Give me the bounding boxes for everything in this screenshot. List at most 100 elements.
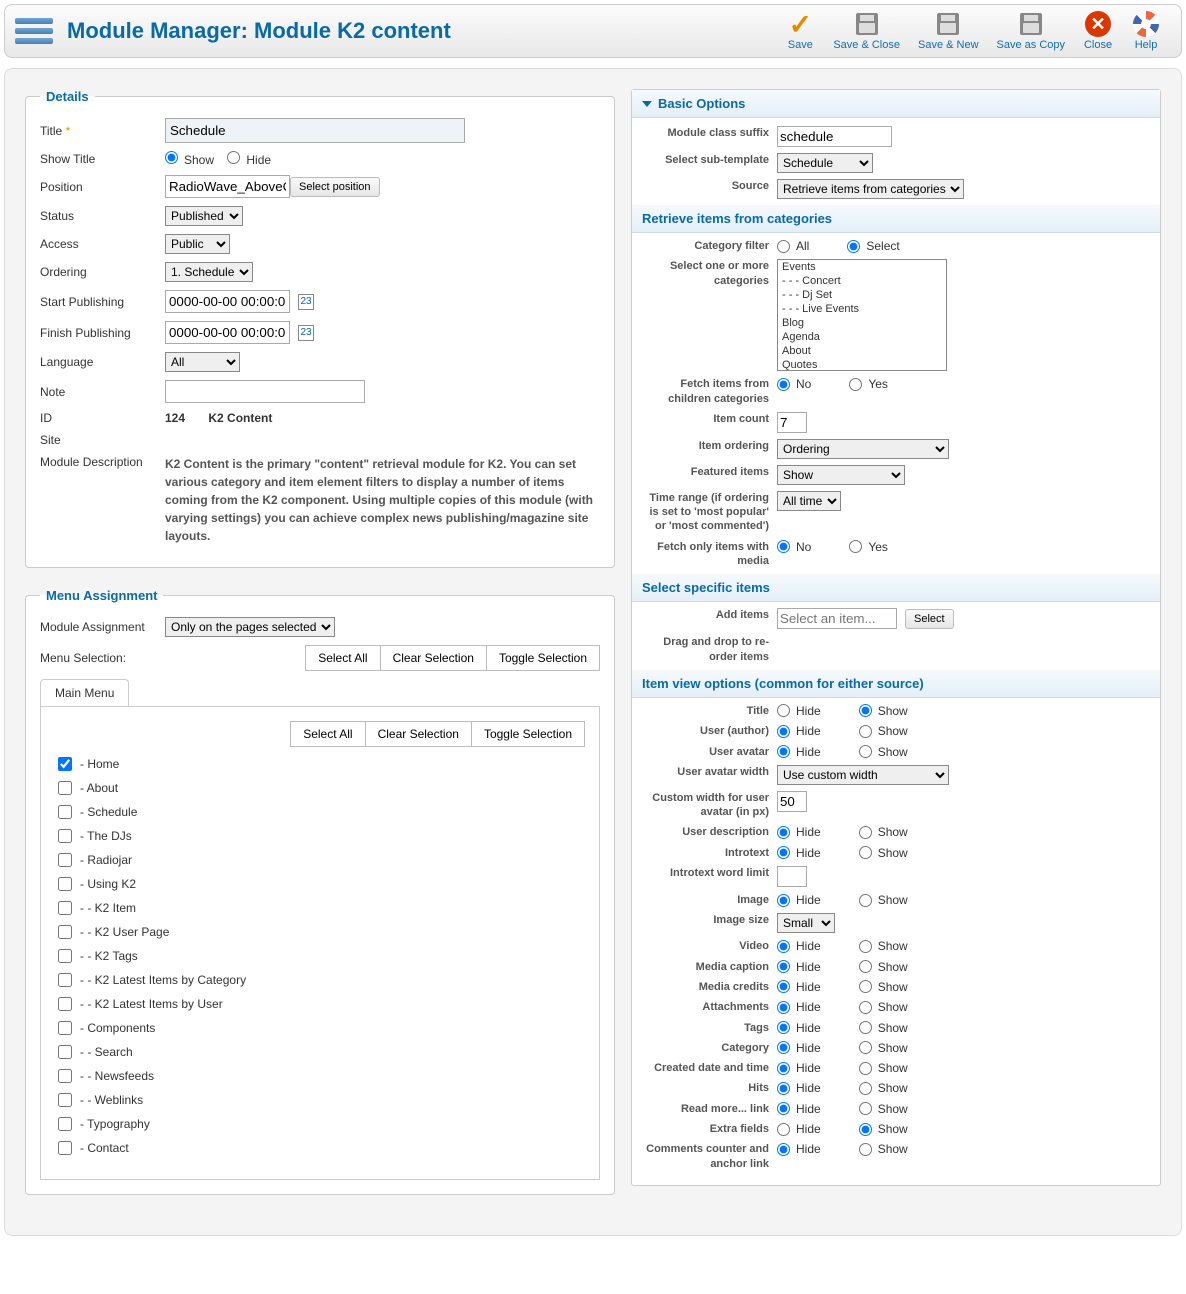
category-option[interactable]: - - - Live Events <box>778 302 946 316</box>
menu-checkbox[interactable] <box>58 925 72 939</box>
option-hide[interactable]: Hide <box>777 1102 821 1116</box>
option-show[interactable]: Show <box>859 1061 908 1075</box>
menu-checkbox[interactable] <box>58 757 72 771</box>
module-class-suffix-input[interactable] <box>777 126 892 147</box>
menu-checkbox[interactable] <box>58 973 72 987</box>
add-items-input[interactable] <box>777 608 897 629</box>
image-hide[interactable]: Hide <box>777 893 821 907</box>
avatar-width-select[interactable]: Use custom width <box>777 765 949 785</box>
item-count-input[interactable] <box>777 412 807 433</box>
option-show[interactable]: Show <box>859 1000 908 1014</box>
media-yes[interactable]: Yes <box>849 540 888 554</box>
cat-filter-select[interactable]: Select <box>847 239 899 253</box>
close-button[interactable]: ✕Close <box>1083 11 1113 51</box>
category-option[interactable]: Blog <box>778 316 946 330</box>
menu-checkbox[interactable] <box>58 877 72 891</box>
option-hide[interactable]: Hide <box>777 939 821 953</box>
help-button[interactable]: Help <box>1131 11 1161 51</box>
option-hide[interactable]: Hide <box>777 960 821 974</box>
menu-item[interactable]: - Components <box>58 1021 585 1035</box>
menu-item[interactable]: - - K2 Latest Items by User <box>58 997 585 1011</box>
option-show[interactable]: Show <box>859 939 908 953</box>
note-input[interactable] <box>165 380 365 403</box>
position-input[interactable] <box>165 175 290 198</box>
option-hide[interactable]: Hide <box>777 724 821 738</box>
ordering-select[interactable]: 1. Schedule <box>165 262 253 282</box>
menu-item[interactable]: - About <box>58 781 585 795</box>
menu-item[interactable]: - - K2 Tags <box>58 949 585 963</box>
menu-checkbox[interactable] <box>58 1045 72 1059</box>
save-new-button[interactable]: Save & New <box>918 11 979 51</box>
menu-item[interactable]: - Typography <box>58 1117 585 1131</box>
select-position-button[interactable]: Select position <box>290 177 380 197</box>
category-option[interactable]: About <box>778 344 946 358</box>
inner-toggle-selection-button[interactable]: Toggle Selection <box>471 721 585 747</box>
option-show[interactable]: Show <box>859 1122 908 1136</box>
menu-checkbox[interactable] <box>58 805 72 819</box>
tab-main-menu[interactable]: Main Menu <box>40 679 129 706</box>
option-hide[interactable]: Hide <box>777 1081 821 1095</box>
option-show[interactable]: Show <box>859 704 908 718</box>
option-hide[interactable]: Hide <box>777 980 821 994</box>
menu-item[interactable]: - - K2 Latest Items by Category <box>58 973 585 987</box>
title-input[interactable] <box>165 118 465 143</box>
option-hide[interactable]: Hide <box>777 825 821 839</box>
menu-item[interactable]: - - K2 User Page <box>58 925 585 939</box>
option-show[interactable]: Show <box>859 1081 908 1095</box>
calendar-icon[interactable]: 23 <box>298 325 314 341</box>
language-select[interactable]: All <box>165 352 240 372</box>
category-list[interactable]: Events- - - Concert- - - Dj Set- - - Liv… <box>777 259 947 371</box>
menu-checkbox[interactable] <box>58 1021 72 1035</box>
image-show[interactable]: Show <box>859 893 908 907</box>
status-select[interactable]: Published <box>165 206 243 226</box>
menu-item[interactable]: - Using K2 <box>58 877 585 891</box>
inner-clear-selection-button[interactable]: Clear Selection <box>365 721 472 747</box>
time-range-select[interactable]: All time <box>777 491 841 511</box>
menu-checkbox[interactable] <box>58 901 72 915</box>
save-button[interactable]: ✓Save <box>785 11 815 51</box>
basic-options-header[interactable]: Basic Options <box>632 90 1160 118</box>
show-title-hide[interactable]: Hide <box>227 151 271 167</box>
menu-checkbox[interactable] <box>58 997 72 1011</box>
children-yes[interactable]: Yes <box>849 377 888 391</box>
source-select[interactable]: Retrieve items from categories <box>777 179 964 199</box>
category-option[interactable]: - - - Dj Set <box>778 288 946 302</box>
module-assignment-select[interactable]: Only on the pages selected <box>165 617 335 637</box>
start-publishing-input[interactable] <box>165 290 290 313</box>
option-show[interactable]: Show <box>859 1102 908 1116</box>
cat-filter-all[interactable]: All <box>777 239 809 253</box>
inner-select-all-button[interactable]: Select All <box>290 721 365 747</box>
image-size-select[interactable]: Small <box>777 913 835 933</box>
calendar-icon[interactable]: 23 <box>298 294 314 310</box>
save-close-button[interactable]: Save & Close <box>833 11 900 51</box>
category-option[interactable]: Agenda <box>778 330 946 344</box>
option-hide[interactable]: Hide <box>777 1061 821 1075</box>
option-show[interactable]: Show <box>859 724 908 738</box>
menu-item[interactable]: - Home <box>58 757 585 771</box>
option-show[interactable]: Show <box>859 1041 908 1055</box>
menu-checkbox[interactable] <box>58 949 72 963</box>
menu-item[interactable]: - - Newsfeeds <box>58 1069 585 1083</box>
category-option[interactable]: Quotes <box>778 358 946 371</box>
menu-checkbox[interactable] <box>58 1069 72 1083</box>
menu-checkbox[interactable] <box>58 1117 72 1131</box>
option-show[interactable]: Show <box>859 846 908 860</box>
show-title-show[interactable]: Show <box>165 151 214 167</box>
option-show[interactable]: Show <box>859 960 908 974</box>
option-show[interactable]: Show <box>859 745 908 759</box>
menu-item[interactable]: - Contact <box>58 1141 585 1155</box>
featured-items-select[interactable]: Show <box>777 465 905 485</box>
item-ordering-select[interactable]: Ordering <box>777 439 949 459</box>
option-hide[interactable]: Hide <box>777 1000 821 1014</box>
access-select[interactable]: Public <box>165 234 230 254</box>
finish-publishing-input[interactable] <box>165 321 290 344</box>
save-copy-button[interactable]: Save as Copy <box>997 11 1065 51</box>
menu-item[interactable]: - The DJs <box>58 829 585 843</box>
category-option[interactable]: - - - Concert <box>778 274 946 288</box>
menu-checkbox[interactable] <box>58 781 72 795</box>
menu-checkbox[interactable] <box>58 853 72 867</box>
select-item-button[interactable]: Select <box>905 609 954 629</box>
option-hide[interactable]: Hide <box>777 1122 821 1136</box>
media-no[interactable]: No <box>777 540 811 554</box>
option-hide[interactable]: Hide <box>777 1142 821 1156</box>
